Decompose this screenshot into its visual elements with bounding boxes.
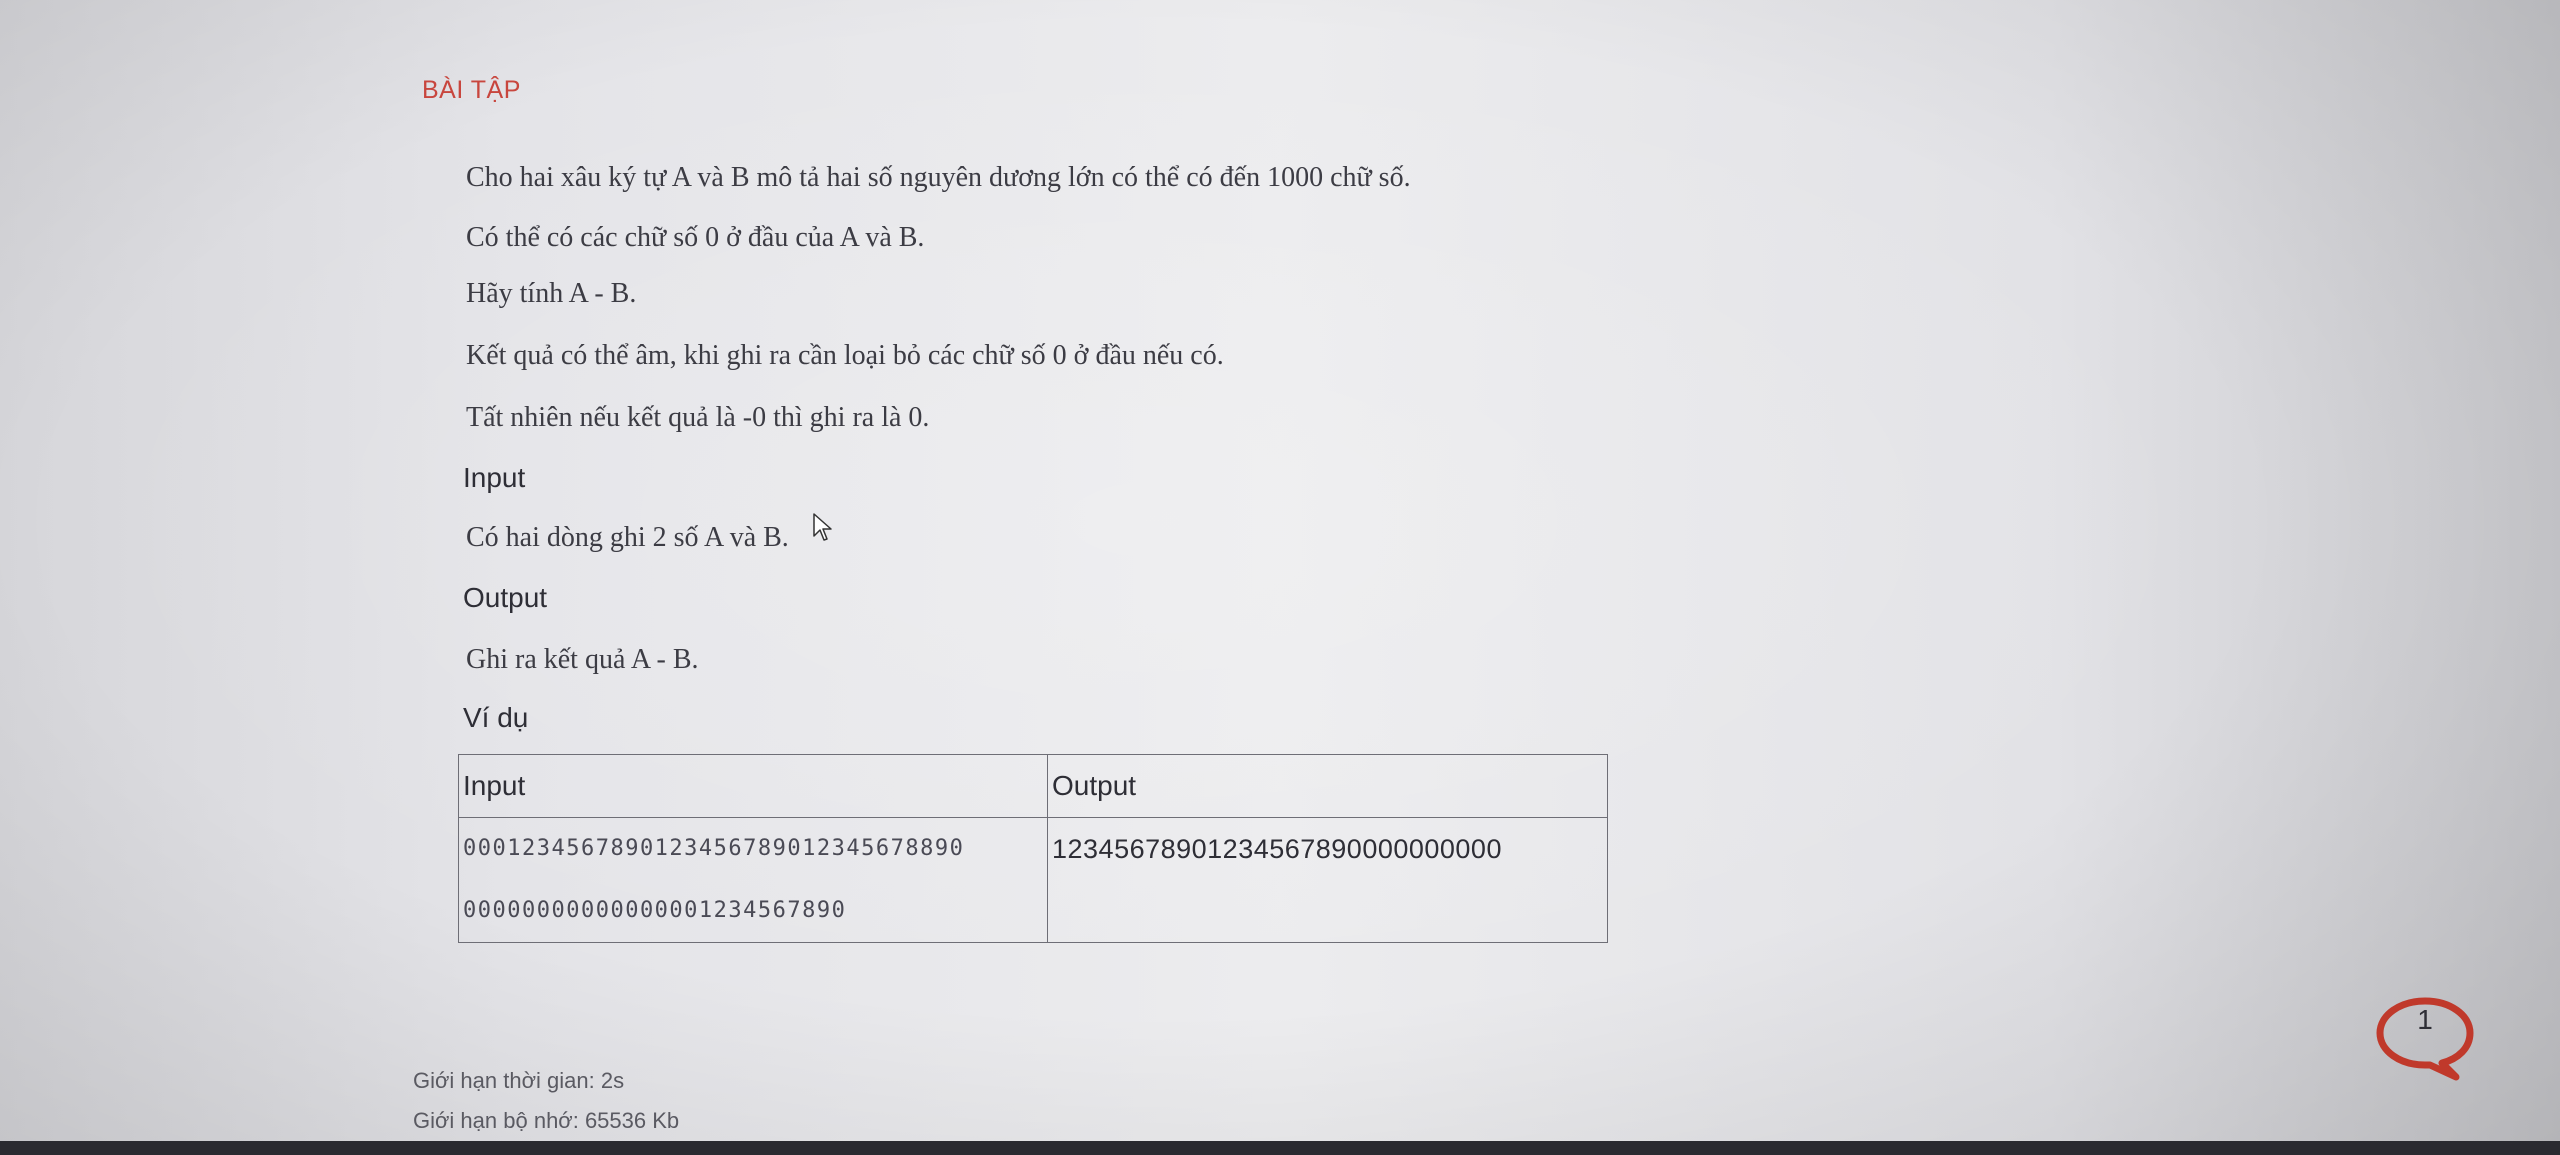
table-row: 0001234567890123456789012345678890 00000… <box>458 817 1608 943</box>
output-description: Ghi ra kết quả A - B. <box>466 644 699 675</box>
bottom-bezel <box>0 1141 2560 1155</box>
statement-line-2: Có thể có các chữ số 0 ở đầu của A và B. <box>466 222 925 253</box>
statement-line-1: Cho hai xâu ký tự A và B mô tả hai số ng… <box>466 162 1411 193</box>
notification-count: 1 <box>2417 1004 2433 1035</box>
table-header-row: Input Output <box>458 754 1608 818</box>
example-input-line-a: 0001234567890123456789012345678890 <box>463 836 965 861</box>
section-title: BÀI TẬP <box>422 76 521 104</box>
input-heading: Input <box>463 462 526 493</box>
input-description: Có hai dòng ghi 2 số A và B. <box>466 522 789 553</box>
output-heading: Output <box>463 582 548 613</box>
example-output-cell: 12345678901234567890000000000 <box>1047 817 1608 943</box>
table-header-output: Output <box>1047 754 1608 818</box>
time-limit: Giới hạn thời gian: 2s <box>413 1068 625 1093</box>
memory-limit: Giới hạn bộ nhớ: 65536 Kb <box>413 1108 680 1133</box>
statement-line-3: Hãy tính A - B. <box>466 278 637 309</box>
example-input-cell: 0001234567890123456789012345678890 00000… <box>458 817 1048 943</box>
statement-line-4: Kết quả có thể âm, khi ghi ra cần loại b… <box>466 340 1224 371</box>
example-input-line-b: 00000000000000001234567890 <box>463 898 847 923</box>
example-table: Input Output 000123456789012345678901234… <box>458 754 1608 943</box>
example-heading: Ví dụ <box>463 702 529 733</box>
statement-line-5: Tất nhiên nếu kết quả là -0 thì ghi ra l… <box>466 402 930 433</box>
mouse-cursor-icon <box>813 513 832 541</box>
table-header-input: Input <box>458 754 1048 818</box>
